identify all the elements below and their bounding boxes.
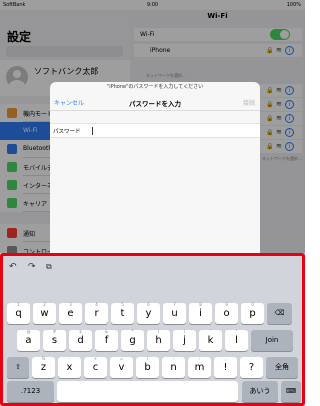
dialog-title: パスワードを入力 [129,100,181,108]
keyboard-dismiss-icon[interactable]: ⌨ [281,381,301,402]
key-b[interactable]: / b [136,356,159,378]
key-u[interactable]: 7u [163,302,186,324]
key-v[interactable]: = v [110,356,133,378]
undo-icon[interactable]: ↶ [9,262,17,272]
key-m[interactable]: :m [188,356,211,378]
clock: 9:00 [146,2,159,8]
key-d[interactable]: $ d [69,329,92,351]
key-k[interactable]: ' k [199,329,222,351]
key-y[interactable]: 6y [137,302,160,324]
key-r[interactable]: 4r [85,302,108,324]
key-o[interactable]: 9o [215,302,238,324]
key-a[interactable]: @ a [17,329,40,351]
key-l[interactable]: " l [225,329,248,351]
zenkaku-key[interactable]: 全角 [266,357,298,378]
key-?[interactable]: .? [240,356,263,378]
status-bar: SoftBank 9:00 100% [0,0,305,10]
key-h[interactable]: (h [147,329,170,351]
redo-icon[interactable]: ↷ [28,262,36,272]
delete-key[interactable]: ⌫ [267,303,292,324]
key-t[interactable]: 5t [111,302,134,324]
join-key[interactable]: Join [251,330,293,351]
battery-label: 100% [286,2,301,8]
key-n[interactable]: ; n [162,356,185,378]
key-c[interactable]: + c [84,356,107,378]
password-label: パスワード [53,129,81,135]
key-w[interactable]: 2w [33,302,56,324]
paste-icon[interactable]: ⧉ [46,262,52,272]
key-![interactable]: ,! [214,356,237,378]
divider [50,110,260,111]
key-z[interactable]: % z [32,356,55,378]
key-q[interactable]: 1q [7,302,30,324]
key-i[interactable]: 8i [189,302,212,324]
key-p[interactable]: 0p [241,302,264,324]
key-f[interactable]: & f [95,329,118,351]
key-j[interactable]: ) j [173,329,196,351]
key-g[interactable]: * g [121,329,144,351]
text-cursor [92,127,93,135]
space-key[interactable] [57,381,238,402]
password-field[interactable]: パスワード [50,123,260,138]
numbers-key[interactable]: .?123 [7,381,54,402]
key-x[interactable]: -x [58,356,81,378]
dialog-prompt: "iPhone"のパスワードを入力してください [106,84,204,90]
kana-key[interactable]: あいう [242,381,278,402]
key-s[interactable]: # s [43,329,66,351]
key-e[interactable]: 3e [59,302,82,324]
shift-key[interactable]: ⇧ [7,357,29,378]
join-button[interactable]: 接続 [243,98,255,107]
